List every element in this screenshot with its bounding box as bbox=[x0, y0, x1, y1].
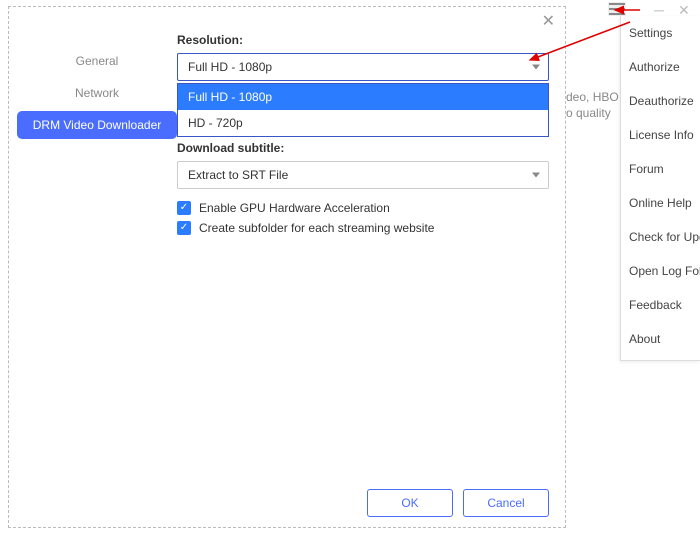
app-menu: Settings Authorize Deauthorize License I… bbox=[620, 16, 700, 361]
bg-text-1: deo, HBO bbox=[566, 90, 619, 104]
dialog-footer: OK Cancel bbox=[367, 489, 549, 517]
resolution-select[interactable]: Full HD - 1080p bbox=[177, 53, 549, 81]
menu-check-updates[interactable]: Check for Updates bbox=[621, 220, 700, 254]
subtitle-select[interactable]: Extract to SRT File bbox=[177, 161, 549, 189]
settings-dialog: ✕ General Network DRM Video Downloader R… bbox=[8, 6, 566, 528]
menu-online-help[interactable]: Online Help bbox=[621, 186, 700, 220]
menu-settings[interactable]: Settings bbox=[621, 16, 700, 50]
menu-license-info[interactable]: License Info bbox=[621, 118, 700, 152]
settings-sidebar: General Network DRM Video Downloader bbox=[17, 47, 177, 143]
menu-about[interactable]: About bbox=[621, 322, 700, 356]
subfolder-checkbox[interactable]: ✓ bbox=[177, 221, 191, 235]
menu-authorize[interactable]: Authorize bbox=[621, 50, 700, 84]
gpu-label: Enable GPU Hardware Acceleration bbox=[199, 201, 390, 215]
menu-feedback[interactable]: Feedback bbox=[621, 288, 700, 322]
menu-open-log[interactable]: Open Log Folder bbox=[621, 254, 700, 288]
chevron-down-icon bbox=[532, 65, 540, 70]
sidebar-item-network[interactable]: Network bbox=[17, 79, 177, 107]
resolution-label: Resolution: bbox=[177, 33, 549, 47]
subtitle-label: Download subtitle: bbox=[177, 141, 549, 155]
gpu-checkbox[interactable]: ✓ bbox=[177, 201, 191, 215]
resolution-option-1080p[interactable]: Full HD - 1080p bbox=[178, 84, 548, 110]
resolution-value: Full HD - 1080p bbox=[188, 60, 272, 74]
sidebar-item-general[interactable]: General bbox=[17, 47, 177, 75]
cancel-button[interactable]: Cancel bbox=[463, 489, 549, 517]
menu-forum[interactable]: Forum bbox=[621, 152, 700, 186]
bg-text-2: o quality bbox=[566, 106, 611, 120]
subtitle-value: Extract to SRT File bbox=[188, 168, 288, 182]
menu-deauthorize[interactable]: Deauthorize bbox=[621, 84, 700, 118]
settings-content: Resolution: Full HD - 1080p Full HD - 10… bbox=[177, 33, 549, 241]
hamburger-icon[interactable] bbox=[608, 2, 626, 16]
chevron-down-icon bbox=[532, 173, 540, 178]
subfolder-label: Create subfolder for each streaming webs… bbox=[199, 221, 434, 235]
ok-button[interactable]: OK bbox=[367, 489, 453, 517]
resolution-dropdown: Full HD - 1080p HD - 720p bbox=[177, 83, 549, 137]
sidebar-item-drm[interactable]: DRM Video Downloader bbox=[17, 111, 177, 139]
close-icon[interactable]: ✕ bbox=[538, 9, 559, 33]
resolution-option-720p[interactable]: HD - 720p bbox=[178, 110, 548, 136]
